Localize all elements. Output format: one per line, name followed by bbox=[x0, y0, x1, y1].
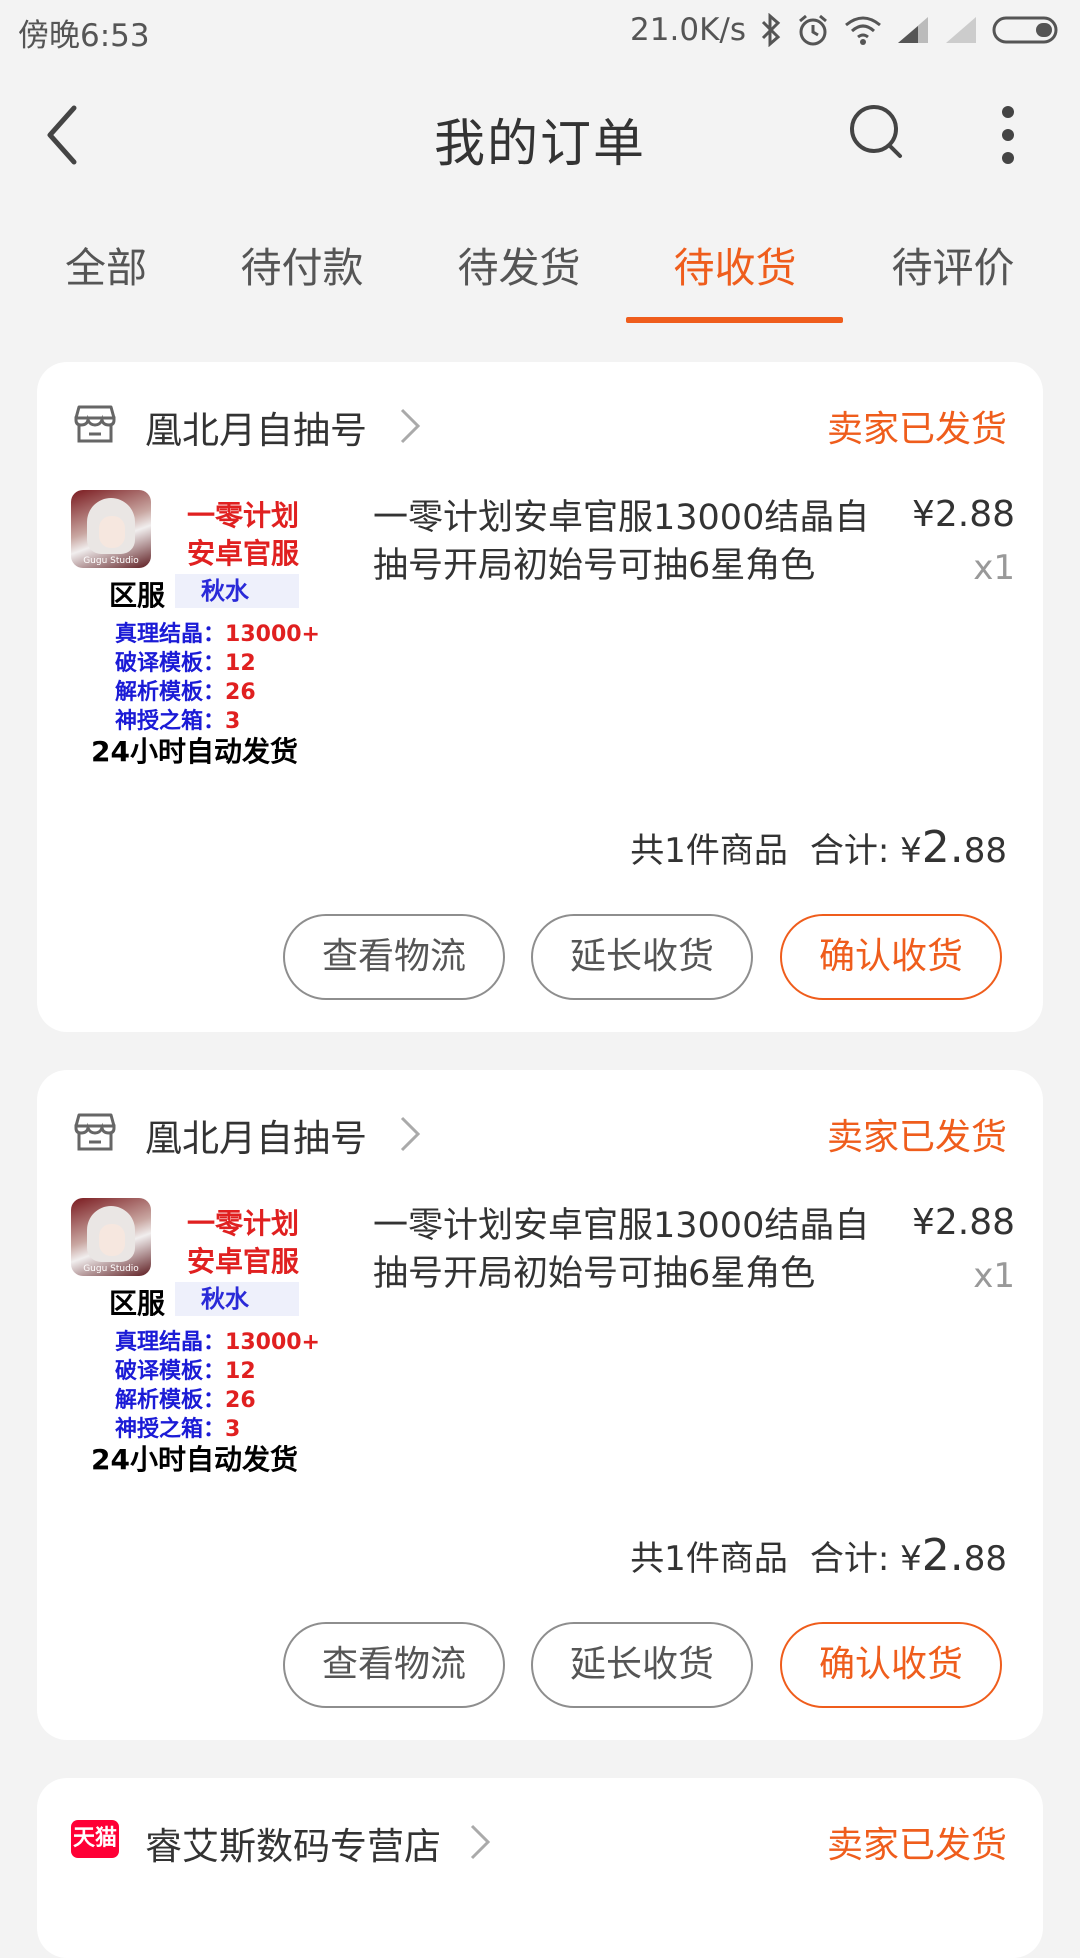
thumb-line2: 安卓官服 bbox=[187, 1245, 300, 1278]
signal-weak-icon bbox=[944, 15, 978, 45]
product-title[interactable]: 一零计划安卓官服13000结晶自抽号开局初始号可抽6星角色 bbox=[373, 1202, 893, 1298]
chevron-right-icon bbox=[400, 408, 421, 444]
tmall-icon: 天猫 bbox=[71, 1820, 119, 1858]
product-quantity: x1 bbox=[973, 548, 1015, 588]
order-card: 凰北月自抽号 卖家已发货 Gugu Studio 一零计划 安卓官服 区服 秋水… bbox=[37, 1070, 1043, 1740]
total-currency: ¥ bbox=[900, 831, 922, 871]
page-title: 我的订单 bbox=[433, 115, 646, 174]
view-logistics-button[interactable]: 查看物流 bbox=[283, 914, 505, 1000]
bluetooth-icon bbox=[760, 13, 782, 47]
tab-pending-review[interactable]: 待评价 bbox=[853, 234, 1053, 294]
thumb-stat: 真理结晶：13000+ bbox=[115, 1330, 320, 1355]
view-logistics-button[interactable]: 查看物流 bbox=[283, 1622, 505, 1708]
total-int: 2. bbox=[921, 822, 964, 873]
thumb-line2: 安卓官服 bbox=[187, 537, 300, 570]
thumb-footer: 24小时自动发货 bbox=[91, 1443, 298, 1476]
extend-receipt-button[interactable]: 延长收货 bbox=[531, 914, 753, 1000]
more-vertical-icon bbox=[1002, 106, 1014, 164]
product-title[interactable]: 一零计划安卓官服13000结晶自抽号开局初始号可抽6星角色 bbox=[373, 494, 893, 590]
order-card: 天猫 睿艾斯数码专营店 卖家已发货 bbox=[37, 1778, 1043, 1958]
tab-pending-receipt[interactable]: 待收货 bbox=[635, 234, 835, 294]
logo-text: Gugu Studio bbox=[83, 556, 139, 566]
product-quantity: x1 bbox=[973, 1256, 1015, 1296]
game-logo: Gugu Studio bbox=[71, 1198, 151, 1276]
thumb-server-value: 秋水 bbox=[175, 1282, 299, 1316]
app-header: 我的订单 bbox=[0, 80, 1080, 190]
total-dec: 88 bbox=[963, 831, 1007, 871]
total-currency: ¥ bbox=[900, 1539, 922, 1579]
logo-text: Gugu Studio bbox=[83, 1264, 139, 1274]
total-label: 合计: bbox=[809, 1539, 890, 1579]
status-time: 傍晚6:53 bbox=[18, 18, 150, 54]
thumb-server-label: 区服 bbox=[109, 1287, 166, 1320]
thumb-stat: 破译模板：12 bbox=[115, 1359, 256, 1384]
more-button[interactable] bbox=[990, 102, 1026, 168]
chevron-right-icon bbox=[470, 1824, 491, 1860]
total-label: 合计: bbox=[809, 831, 890, 871]
store-icon bbox=[74, 405, 116, 443]
item-count: 共1件商品 bbox=[630, 831, 788, 871]
shop-name[interactable]: 凰北月自抽号 bbox=[145, 400, 367, 454]
order-status: 卖家已发货 bbox=[826, 1825, 1007, 1866]
thumb-stat: 真理结晶：13000+ bbox=[115, 622, 320, 647]
shop-name[interactable]: 睿艾斯数码专营店 bbox=[145, 1816, 441, 1870]
wifi-icon bbox=[844, 15, 882, 45]
thumb-line1: 一零计划 bbox=[187, 1207, 300, 1240]
thumb-stat: 破译模板：12 bbox=[115, 651, 256, 676]
shop-row[interactable]: 天猫 睿艾斯数码专营店 卖家已发货 bbox=[37, 1808, 1043, 1878]
alarm-icon bbox=[796, 13, 830, 47]
thumb-server-label: 区服 bbox=[109, 579, 166, 612]
item-count: 共1件商品 bbox=[630, 1539, 788, 1579]
order-status: 卖家已发货 bbox=[826, 409, 1007, 450]
product-thumbnail[interactable]: Gugu Studio 一零计划 安卓官服 区服 秋水 真理结晶：13000+ … bbox=[71, 1198, 355, 1476]
confirm-receipt-button[interactable]: 确认收货 bbox=[780, 914, 1002, 1000]
tab-pending-payment[interactable]: 待付款 bbox=[202, 234, 402, 294]
network-speed: 21.0K/s bbox=[630, 12, 746, 48]
shop-row[interactable]: 凰北月自抽号 卖家已发货 bbox=[37, 1100, 1043, 1170]
total-dec: 88 bbox=[963, 1539, 1007, 1579]
order-summary: 共1件商品 合计: ¥2.88 bbox=[630, 822, 1007, 873]
thumb-server-value: 秋水 bbox=[175, 574, 299, 608]
shop-row[interactable]: 凰北月自抽号 卖家已发货 bbox=[37, 392, 1043, 462]
order-summary: 共1件商品 合计: ¥2.88 bbox=[630, 1530, 1007, 1581]
signal-icon bbox=[896, 15, 930, 45]
confirm-receipt-button[interactable]: 确认收货 bbox=[780, 1622, 1002, 1708]
search-icon bbox=[850, 105, 902, 158]
order-tabs: 全部 待付款 待发货 待收货 待评价 bbox=[0, 228, 1080, 324]
order-card: 凰北月自抽号 卖家已发货 Gugu Studio 一零计划 安卓官服 区服 秋水… bbox=[37, 362, 1043, 1032]
total-int: 2. bbox=[921, 1530, 964, 1581]
thumb-stat: 解析模板：26 bbox=[115, 1388, 256, 1413]
active-tab-indicator bbox=[626, 317, 843, 323]
order-status: 卖家已发货 bbox=[826, 1117, 1007, 1158]
shop-name[interactable]: 凰北月自抽号 bbox=[145, 1108, 367, 1162]
status-icons: 21.0K/s bbox=[630, 8, 1062, 52]
chevron-right-icon bbox=[400, 1116, 421, 1152]
thumb-stat: 解析模板：26 bbox=[115, 680, 256, 705]
product-thumbnail[interactable]: Gugu Studio 一零计划 安卓官服 区服 秋水 真理结晶：13000+ … bbox=[71, 490, 355, 768]
product-price: ¥2.88 bbox=[911, 494, 1015, 535]
search-button[interactable] bbox=[846, 102, 910, 166]
status-bar: 傍晚6:53 21.0K/s bbox=[0, 0, 1080, 62]
tab-all[interactable]: 全部 bbox=[6, 234, 206, 294]
thumb-footer: 24小时自动发货 bbox=[91, 735, 298, 768]
thumb-line1: 一零计划 bbox=[187, 499, 300, 532]
battery-icon bbox=[992, 15, 1062, 45]
tab-pending-shipment[interactable]: 待发货 bbox=[419, 234, 619, 294]
store-icon bbox=[74, 1113, 116, 1151]
game-logo: Gugu Studio bbox=[71, 490, 151, 568]
extend-receipt-button[interactable]: 延长收货 bbox=[531, 1622, 753, 1708]
product-price: ¥2.88 bbox=[911, 1202, 1015, 1243]
